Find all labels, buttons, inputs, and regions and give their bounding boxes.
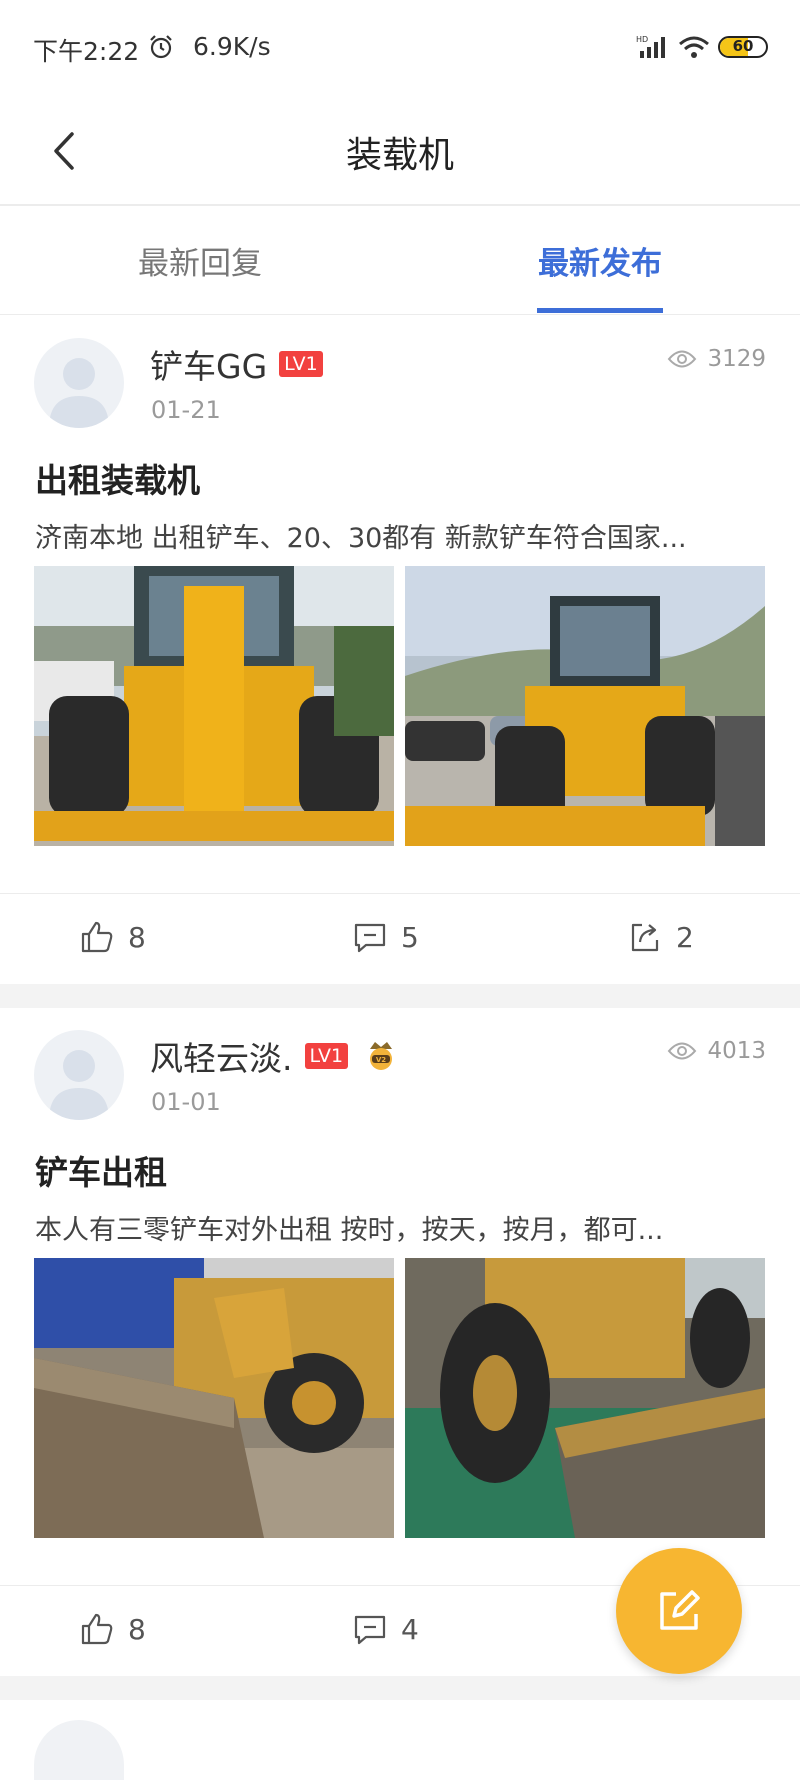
author-name[interactable]: 风轻云淡. xyxy=(150,1032,293,1080)
post-excerpt[interactable]: 本人有三零铲车对外出租 按时，按天，按月，都可... xyxy=(35,1208,765,1247)
tab-bar: 最新回复 最新发布 xyxy=(0,206,800,315)
comment-icon xyxy=(354,1615,386,1645)
wifi-icon xyxy=(679,36,709,58)
status-bar: 下午2:22 6.9K/s HD 60 xyxy=(0,0,800,98)
view-count: 3129 xyxy=(707,346,766,372)
battery-level: 60 xyxy=(732,37,754,55)
network-speed: 6.9K/s xyxy=(193,32,271,61)
level-badge: LV1 xyxy=(279,351,323,377)
v2-badge-icon: V2 xyxy=(370,1042,393,1070)
avatar[interactable] xyxy=(34,338,124,428)
view-count: 4013 xyxy=(707,1038,766,1064)
thumbs-up-icon xyxy=(81,1613,113,1645)
post-actions: 8 5 2 xyxy=(0,893,800,984)
like-count: 8 xyxy=(128,920,146,954)
share-icon xyxy=(631,923,659,952)
post-separator xyxy=(0,1676,800,1700)
post-card[interactable]: 铲车GG LV1 01-21 3129 出租装载机 济南本地 出租铲车、20、3… xyxy=(0,316,800,984)
post-photo[interactable] xyxy=(34,1258,394,1538)
avatar[interactable] xyxy=(34,1720,124,1780)
tab-latest-publish[interactable]: 最新发布 xyxy=(500,238,700,283)
tab-latest-reply[interactable]: 最新回复 xyxy=(100,238,300,283)
signal-icon: HD xyxy=(636,35,665,58)
comment-count: 4 xyxy=(401,1612,419,1646)
post-photo[interactable] xyxy=(405,566,765,846)
post-title[interactable]: 铲车出租 xyxy=(35,1146,167,1194)
author-name[interactable]: 铲车GG xyxy=(150,340,267,388)
comment-count: 5 xyxy=(401,920,419,954)
share-count: 2 xyxy=(676,920,694,954)
post-excerpt[interactable]: 济南本地 出租铲车、20、30都有 新款铲车符合国家... xyxy=(35,516,765,555)
author-row: 铲车GG LV1 xyxy=(150,342,323,386)
tab-indicator xyxy=(537,308,663,313)
comment-button[interactable]: 4 xyxy=(353,1612,419,1646)
avatar[interactable] xyxy=(34,1030,124,1120)
view-count-group: 3129 xyxy=(667,346,766,372)
post-date: 01-21 xyxy=(151,396,221,424)
author-row: 风轻云淡. LV1 V2 xyxy=(150,1034,398,1078)
like-count: 8 xyxy=(128,1612,146,1646)
comment-button[interactable]: 5 xyxy=(353,920,419,954)
status-time: 下午2:22 xyxy=(33,37,140,66)
svg-text:HD: HD xyxy=(636,35,648,44)
post-photo[interactable] xyxy=(405,1258,765,1538)
like-button[interactable]: 8 xyxy=(80,1612,146,1646)
level-badge: LV1 xyxy=(304,1043,349,1069)
thumbs-up-icon xyxy=(81,921,113,953)
compose-button[interactable] xyxy=(616,1548,742,1674)
eye-icon xyxy=(668,350,697,368)
eye-icon xyxy=(668,1042,697,1060)
comment-icon xyxy=(354,923,386,953)
page-title: 装载机 xyxy=(345,135,454,176)
like-button[interactable]: 8 xyxy=(80,920,146,954)
share-button[interactable]: 2 xyxy=(628,920,694,954)
alarm-icon xyxy=(150,35,172,59)
edit-icon xyxy=(660,1590,700,1630)
battery-icon: 60 xyxy=(718,36,768,58)
view-count-group: 4013 xyxy=(667,1038,766,1064)
svg-text:V2: V2 xyxy=(376,1056,386,1064)
post-date: 01-01 xyxy=(151,1088,221,1116)
post-separator xyxy=(0,984,800,1008)
nav-bar: 装载机 xyxy=(0,98,800,206)
post-title[interactable]: 出租装载机 xyxy=(35,454,200,502)
post-photo[interactable] xyxy=(34,566,394,846)
